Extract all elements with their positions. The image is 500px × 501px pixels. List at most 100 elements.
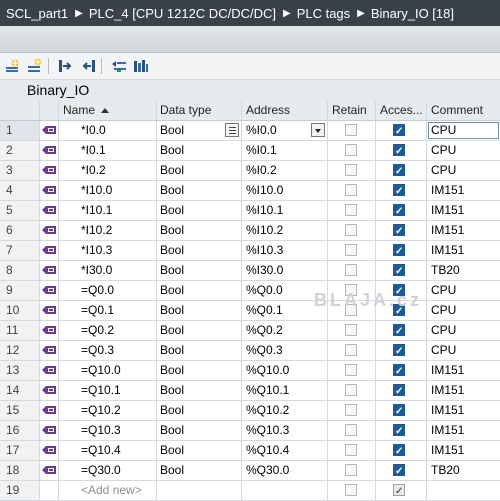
data-type-cell[interactable]: Bool [157,421,242,440]
retain-checkbox[interactable] [345,484,357,496]
table-row[interactable]: 9 =Q0.0Bool %Q0.0 CPU [0,281,500,301]
comment-cell[interactable]: CPU [427,281,500,300]
row-number[interactable]: 14 [0,381,40,400]
accessible-checkbox[interactable] [393,462,405,480]
row-number[interactable]: 19 [0,481,40,500]
row-number[interactable]: 15 [0,401,40,420]
header-data-type[interactable]: Data type [157,101,242,120]
retain-checkbox[interactable] [345,124,357,136]
comment-cell[interactable]: IM151 [427,441,500,460]
tag-name-cell[interactable]: =Q0.3 [59,341,157,360]
header-retain[interactable]: Retain [328,101,376,120]
address-cell[interactable]: %I30.0 [242,261,328,280]
comment-cell[interactable]: IM151 [427,181,500,200]
row-number[interactable]: 9 [0,281,40,300]
table-row[interactable]: 15 =Q10.2Bool %Q10.2 IM151 [0,401,500,421]
tag-name-cell[interactable]: =Q10.0 [59,361,157,380]
table-row[interactable]: 13 =Q10.0Bool %Q10.0 IM151 [0,361,500,381]
table-row[interactable]: 18 =Q30.0Bool %Q30.0 TB20 [0,461,500,481]
table-row[interactable]: 17 =Q10.4Bool %Q10.4 IM151 [0,441,500,461]
comment-cell[interactable]: CPU [427,321,500,340]
address-cell[interactable]: %I10.3 [242,241,328,260]
tag-name-cell[interactable]: =Q10.4 [59,441,157,460]
breadcrumb-device[interactable]: PLC_4 [CPU 1212C DC/DC/DC] [83,6,276,21]
add-new-cell[interactable]: <Add new> [59,481,157,500]
address-cell[interactable]: %Q0.0 [242,281,328,300]
row-number[interactable]: 11 [0,321,40,340]
address-cell[interactable]: %Q0.3 [242,341,328,360]
tag-name-cell[interactable]: =Q10.2 [59,401,157,420]
address-cell[interactable]: %I10.2 [242,221,328,240]
table-row[interactable]: 7 *I10.3Bool %I10.3 IM151 [0,241,500,261]
row-number[interactable]: 8 [0,261,40,280]
accessible-checkbox[interactable] [393,302,405,320]
address-cell[interactable]: %Q10.4 [242,441,328,460]
comment-cell[interactable]: IM151 [427,361,500,380]
table-row[interactable]: 6 *I10.2Bool %I10.2 IM151 [0,221,500,241]
header-name[interactable]: Name [59,101,157,120]
tag-name-cell[interactable]: *I10.0 [59,181,157,200]
tag-name-cell[interactable]: *I10.1 [59,201,157,220]
header-accessible[interactable]: Acces... [376,101,427,120]
data-type-cell[interactable]: Bool [157,301,242,320]
comment-cell[interactable]: TB20 [427,461,500,480]
retain-checkbox[interactable] [345,364,357,376]
retain-checkbox[interactable] [345,244,357,256]
row-number[interactable]: 7 [0,241,40,260]
row-number[interactable]: 3 [0,161,40,180]
retain-checkbox[interactable] [345,464,357,476]
table-row[interactable]: 3 *I0.2Bool %I0.2 CPU [0,161,500,181]
accessible-checkbox[interactable] [393,402,405,420]
insert-row-icon[interactable] [26,57,44,75]
retain-checkbox[interactable] [345,144,357,156]
accessible-checkbox[interactable] [393,122,405,140]
tag-name-cell[interactable]: =Q0.1 [59,301,157,320]
import-icon[interactable] [79,57,97,75]
tag-name-cell[interactable]: =Q0.2 [59,321,157,340]
breadcrumb-tag-table[interactable]: Binary_IO [18] [365,6,454,21]
data-type-cell[interactable]: Bool [157,261,242,280]
retain-checkbox[interactable] [345,264,357,276]
comment-cell[interactable]: IM151 [427,241,500,260]
retain-checkbox[interactable] [345,324,357,336]
retain-checkbox[interactable] [345,164,357,176]
add-row-icon[interactable] [4,57,22,75]
address-cell[interactable]: %Q10.0 [242,361,328,380]
data-type-cell[interactable]: Bool [157,381,242,400]
retain-checkbox[interactable] [345,304,357,316]
comment-cell[interactable] [427,481,500,500]
data-type-cell[interactable]: Bool [157,241,242,260]
address-cell[interactable]: %Q10.1 [242,381,328,400]
retain-checkbox[interactable] [345,384,357,396]
retain-checkbox[interactable] [345,224,357,236]
data-type-cell[interactable]: Bool [157,121,242,140]
row-number[interactable]: 17 [0,441,40,460]
comment-cell[interactable]: CPU [427,301,500,320]
row-number[interactable]: 10 [0,301,40,320]
data-type-cell[interactable]: Bool [157,141,242,160]
comment-cell[interactable]: IM151 [427,221,500,240]
table-row[interactable]: 16 =Q10.3Bool %Q10.3 IM151 [0,421,500,441]
address-cell[interactable]: %I0.2 [242,161,328,180]
comment-cell[interactable]: CPU [427,341,500,360]
breadcrumb-plc-tags[interactable]: PLC tags [291,6,350,21]
retain-checkbox[interactable] [345,424,357,436]
breadcrumb-project[interactable]: SCL_part1 [0,6,68,21]
address-cell[interactable]: %Q30.0 [242,461,328,480]
accessible-checkbox[interactable] [393,242,405,260]
address-cell[interactable]: %I0.1 [242,141,328,160]
table-row[interactable]: 1 *I0.0Bool %I0.0 CPU [0,121,500,141]
export-icon[interactable] [57,57,75,75]
comment-cell[interactable]: CPU [427,121,500,140]
data-type-cell[interactable]: Bool [157,461,242,480]
retain-checkbox[interactable] [345,284,357,296]
retain-checkbox[interactable] [345,444,357,456]
table-row[interactable]: 12 =Q0.3Bool %Q0.3 CPU [0,341,500,361]
retain-checkbox[interactable] [345,184,357,196]
accessible-checkbox[interactable] [393,342,405,360]
data-type-cell[interactable]: Bool [157,201,242,220]
address-cell[interactable]: %I10.0 [242,181,328,200]
tag-name-cell[interactable]: *I10.3 [59,241,157,260]
row-number[interactable]: 13 [0,361,40,380]
data-type-cell[interactable]: Bool [157,221,242,240]
